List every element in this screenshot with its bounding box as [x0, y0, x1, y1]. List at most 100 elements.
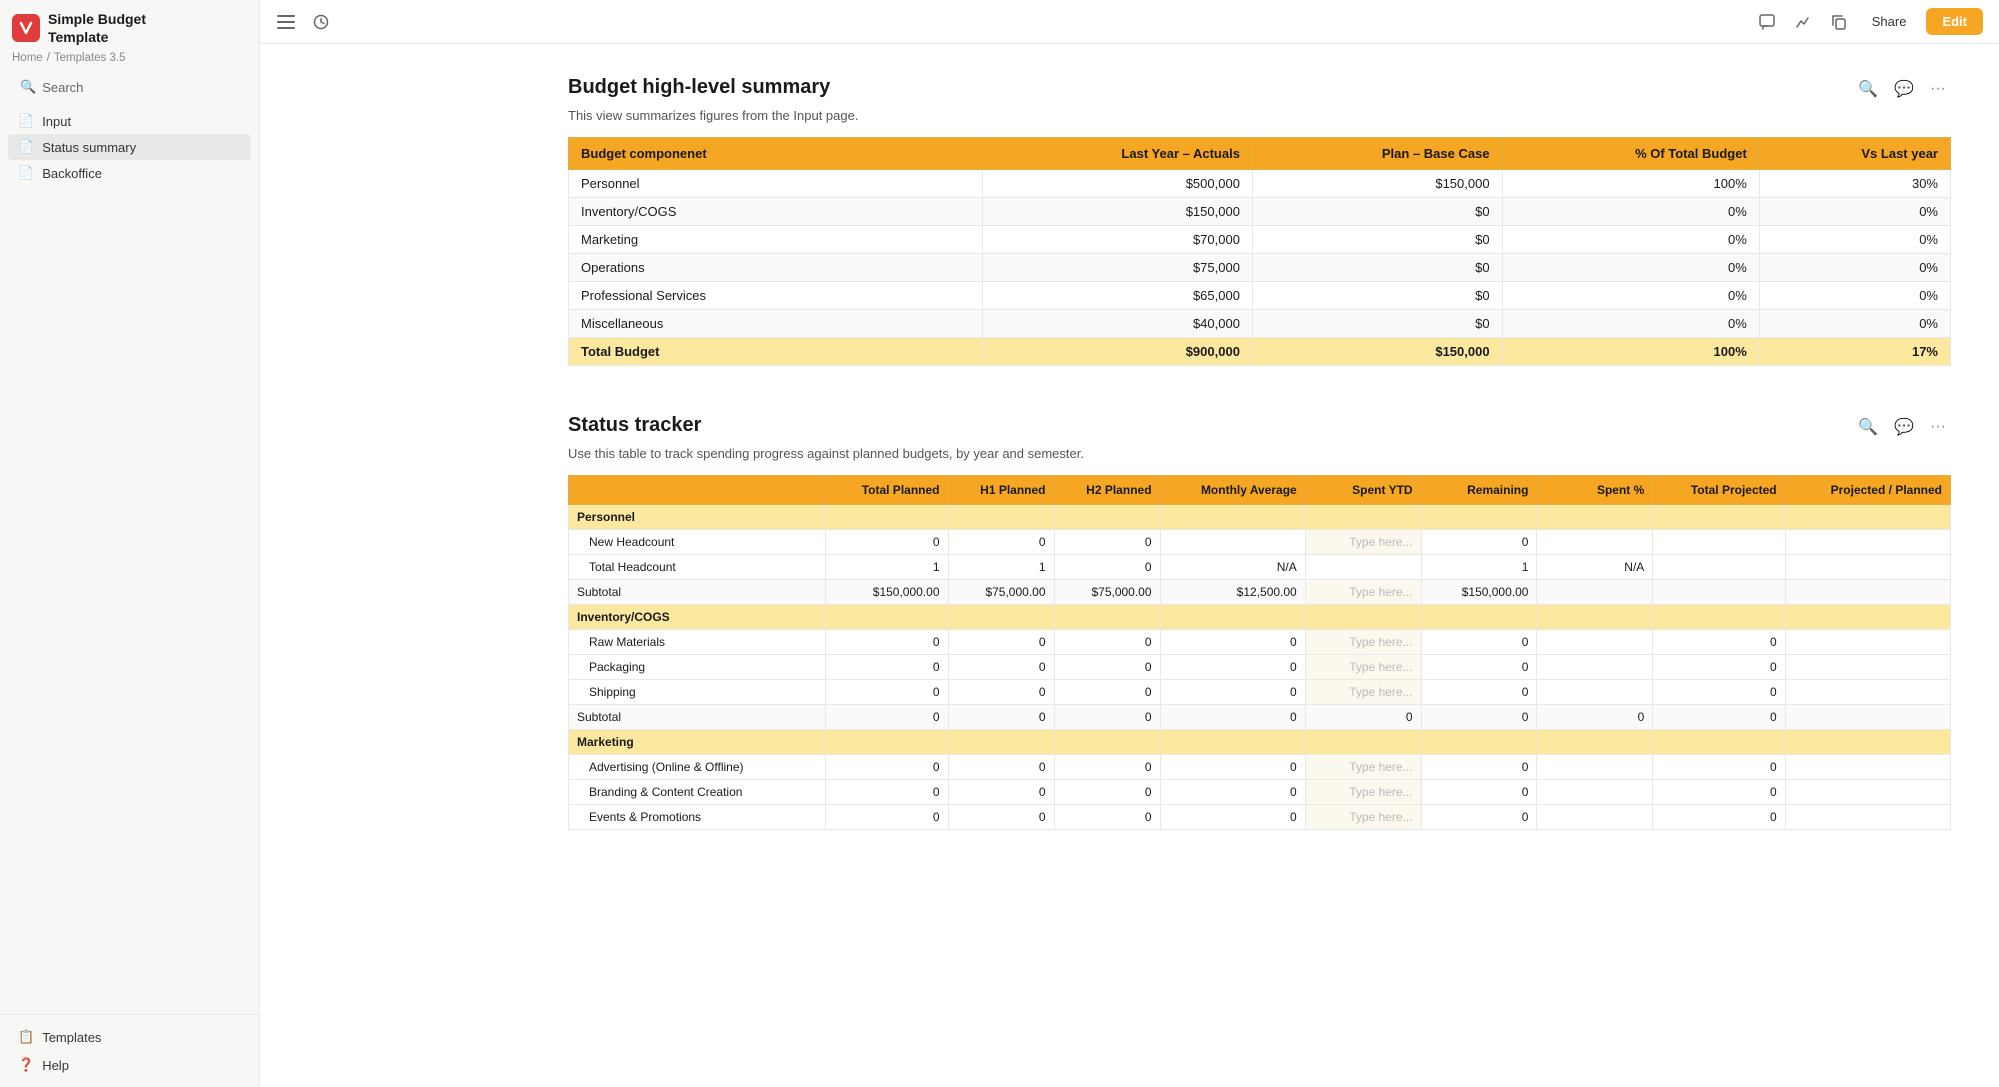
status-cell-8	[1653, 530, 1785, 555]
type-here-placeholder: Type here...	[1349, 760, 1412, 774]
templates-label: Templates	[42, 1030, 101, 1045]
sidebar-item-input[interactable]: 📄 Input	[8, 108, 251, 134]
breadcrumb: Home / Templates 3.5	[0, 50, 259, 70]
status-cell-5[interactable]	[1305, 555, 1421, 580]
comment-button[interactable]	[1754, 9, 1780, 35]
budget-search-button[interactable]: 🔍	[1853, 76, 1883, 102]
chart-icon	[1795, 14, 1811, 30]
status-cell-4	[1160, 530, 1305, 555]
sidebar-toggle-button[interactable]	[272, 10, 300, 34]
status-cell-5[interactable]: Type here...	[1305, 580, 1421, 605]
cell-pct: 100%	[1502, 170, 1759, 198]
sidebar-item-status-summary[interactable]: 📄 Status summary	[8, 134, 251, 160]
cell-plan: $0	[1252, 198, 1502, 226]
sidebar-item-templates[interactable]: 📋 Templates	[8, 1023, 251, 1051]
status-cell-3: 0	[1054, 630, 1160, 655]
status-cell-9	[1785, 755, 1950, 780]
status-cell-5[interactable]: Type here...	[1305, 805, 1421, 830]
sidebar-item-help[interactable]: ❓ Help	[8, 1051, 251, 1079]
page-icon: 📄	[18, 139, 34, 155]
cell-pct: 0%	[1502, 198, 1759, 226]
sidebar-header: Simple BudgetTemplate	[0, 0, 259, 50]
status-cell-6: 0	[1421, 705, 1537, 730]
copy-button[interactable]	[1826, 9, 1852, 35]
table-row: Personnel $500,000 $150,000 100% 30%	[569, 170, 1951, 198]
status-cell-0: Shipping	[569, 680, 826, 705]
status-cell-5[interactable]: 0	[1305, 705, 1421, 730]
budget-more-button[interactable]: ···	[1925, 76, 1951, 102]
cell-vs: 0%	[1759, 310, 1950, 338]
table-row: Miscellaneous $40,000 $0 0% 0%	[569, 310, 1951, 338]
status-cell-3: 0	[1054, 805, 1160, 830]
table-row: Marketing $70,000 $0 0% 0%	[569, 226, 1951, 254]
type-here-placeholder: Type here...	[1349, 785, 1412, 799]
col-header-vs: Vs Last year	[1759, 138, 1950, 170]
table-total-row: Total Budget $900,000 $150,000 100% 17%	[569, 338, 1951, 366]
status-cell-1: 1	[826, 555, 948, 580]
status-cell-7: N/A	[1537, 555, 1653, 580]
search-button[interactable]: 🔍 Search	[10, 74, 249, 100]
status-cell-5[interactable]: Type here...	[1305, 755, 1421, 780]
nav-label: Backoffice	[42, 166, 102, 181]
category-cell-5	[1305, 730, 1421, 755]
status-cell-9	[1785, 805, 1950, 830]
category-cell-9	[1785, 730, 1950, 755]
status-cell-2: $75,000.00	[948, 580, 1054, 605]
status-cell-0: Advertising (Online & Offline)	[569, 755, 826, 780]
status-cell-6: 0	[1421, 655, 1537, 680]
col-header-component: Budget componenet	[569, 138, 983, 170]
category-cell-5	[1305, 605, 1421, 630]
category-cell-3	[1054, 730, 1160, 755]
status-cell-6: 1	[1421, 555, 1537, 580]
status-cell-8: 0	[1653, 680, 1785, 705]
budget-summary-title-area: Budget high-level summary	[568, 76, 830, 99]
status-cell-4: 0	[1160, 780, 1305, 805]
breadcrumb-section[interactable]: Templates 3.5	[54, 52, 126, 64]
history-icon	[313, 14, 329, 30]
status-cell-7	[1537, 680, 1653, 705]
cell-total-pct: 100%	[1502, 338, 1759, 366]
status-col-header-6: Remaining	[1421, 476, 1537, 505]
status-col-header-1: Total Planned	[826, 476, 948, 505]
status-cell-3: 0	[1054, 755, 1160, 780]
status-cell-4: N/A	[1160, 555, 1305, 580]
chart-button[interactable]	[1790, 9, 1816, 35]
tracker-more-button[interactable]: ···	[1925, 414, 1951, 440]
status-cell-9	[1785, 555, 1950, 580]
sidebar: Simple BudgetTemplate Home / Templates 3…	[0, 0, 260, 1087]
status-cell-5[interactable]: Type here...	[1305, 655, 1421, 680]
app-logo	[12, 14, 40, 42]
category-label: Inventory/COGS	[569, 605, 826, 630]
history-button[interactable]	[308, 9, 334, 35]
budget-summary-subtitle: This view summarizes figures from the In…	[568, 108, 1951, 123]
status-cell-5[interactable]: Type here...	[1305, 680, 1421, 705]
status-cell-5[interactable]: Type here...	[1305, 530, 1421, 555]
status-cell-3: $75,000.00	[1054, 580, 1160, 605]
status-cell-0: Packaging	[569, 655, 826, 680]
breadcrumb-home[interactable]: Home	[12, 52, 43, 64]
status-cell-6: 0	[1421, 680, 1537, 705]
edit-button[interactable]: Edit	[1926, 8, 1983, 35]
status-cell-5[interactable]: Type here...	[1305, 630, 1421, 655]
tracker-search-button[interactable]: 🔍	[1853, 414, 1883, 440]
status-data-row: New Headcount000Type here...0	[569, 530, 1951, 555]
share-button[interactable]: Share	[1862, 9, 1917, 34]
tracker-comment-button[interactable]: 💬	[1889, 414, 1919, 440]
budget-comment-button[interactable]: 💬	[1889, 76, 1919, 102]
status-cell-6: 0	[1421, 630, 1537, 655]
status-cell-1: 0	[826, 755, 948, 780]
cell-plan: $0	[1252, 226, 1502, 254]
cell-last-year: $500,000	[982, 170, 1252, 198]
status-cell-5[interactable]: Type here...	[1305, 780, 1421, 805]
status-cell-8: 0	[1653, 630, 1785, 655]
budget-summary-header: Budget high-level summary 🔍 💬 ···	[568, 76, 1951, 102]
cell-last-year: $65,000	[982, 282, 1252, 310]
cell-total-plan: $150,000	[1252, 338, 1502, 366]
status-cell-1: 0	[826, 655, 948, 680]
category-cell-5	[1305, 505, 1421, 530]
category-label: Personnel	[569, 505, 826, 530]
nav-label: Input	[42, 114, 71, 129]
category-cell-2	[948, 505, 1054, 530]
cell-total-label: Total Budget	[569, 338, 983, 366]
sidebar-item-backoffice[interactable]: 📄 Backoffice	[8, 160, 251, 186]
